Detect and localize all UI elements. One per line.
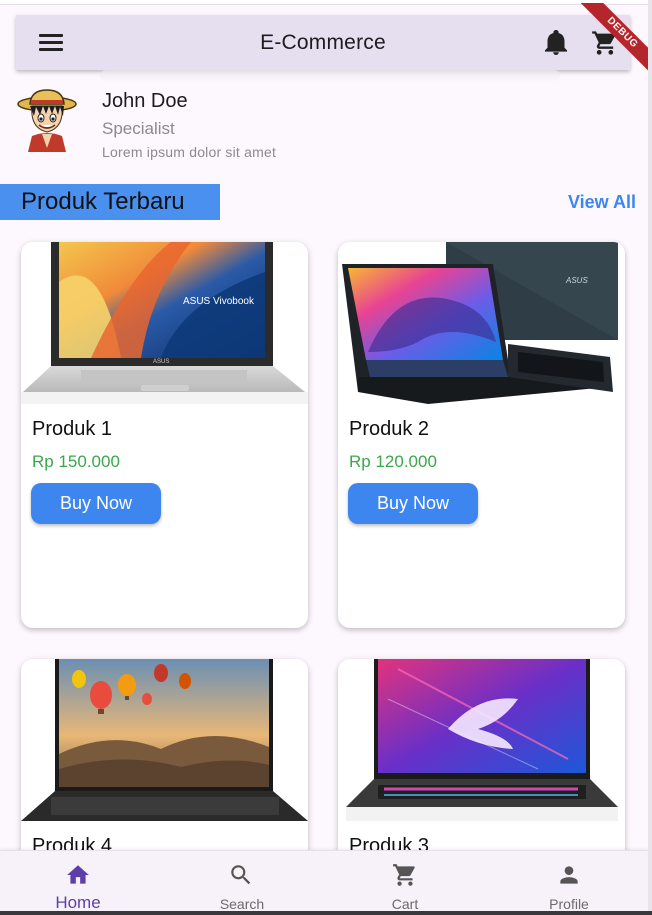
person-icon [560, 866, 578, 884]
app-title: E-Commerce [260, 30, 386, 54]
user-name: John Doe [102, 90, 188, 112]
home-icon [67, 865, 89, 884]
product-price: Rp 150.000 [32, 452, 120, 471]
nav-item-profile[interactable]: Profile [509, 851, 629, 912]
laptop-screen-text: ASUS Vivobook [183, 296, 254, 307]
laptop-brand-logo: ASUS [153, 359, 170, 365]
product-image [338, 659, 625, 821]
avatar [17, 89, 77, 152]
window-right-border [648, 0, 652, 915]
profile-divider [100, 70, 560, 82]
nav-item-home[interactable]: Home [18, 851, 138, 912]
user-description: Lorem ipsum dolor sit amet [102, 144, 277, 160]
nav-label: Home [55, 893, 101, 912]
product-name: Produk 1 [32, 418, 113, 440]
product-price: Rp 120.000 [349, 452, 437, 471]
shopping-cart-icon[interactable] [591, 29, 619, 57]
product-name: Produk 2 [349, 418, 430, 440]
view-all-link[interactable]: View All [568, 192, 636, 213]
laptop-brand-logo: ASUS [566, 276, 588, 285]
product-image [21, 659, 308, 821]
product-card[interactable]: ASUS Produk 2 Rp 120.000 Buy Now [338, 242, 625, 628]
nav-label: Profile [549, 896, 589, 912]
user-role: Specialist [102, 119, 175, 138]
window-bottom-border [0, 911, 652, 915]
nav-label: Cart [391, 896, 419, 912]
notification-bell-icon[interactable] [544, 30, 568, 56]
nav-label: Search [219, 896, 265, 912]
search-icon [231, 865, 251, 885]
buy-now-button[interactable]: Buy Now [31, 483, 161, 524]
product-card[interactable]: ASUS Vivobook ASUS Produk 1 Rp 150.000 B… [21, 242, 308, 628]
product-image: ASUS Vivobook ASUS [21, 242, 308, 404]
window-top-border [0, 0, 652, 5]
nav-item-search[interactable]: Search [182, 851, 302, 912]
app-bar: E-Commerce [16, 15, 630, 70]
nav-item-cart[interactable]: Cart [345, 851, 465, 912]
section-title: Produk Terbaru [0, 184, 220, 220]
bottom-navigation: Home Search Cart Profile [0, 850, 648, 912]
buy-now-button[interactable]: Buy Now [348, 483, 478, 524]
cart-icon [393, 864, 415, 886]
product-image: ASUS [338, 242, 625, 404]
